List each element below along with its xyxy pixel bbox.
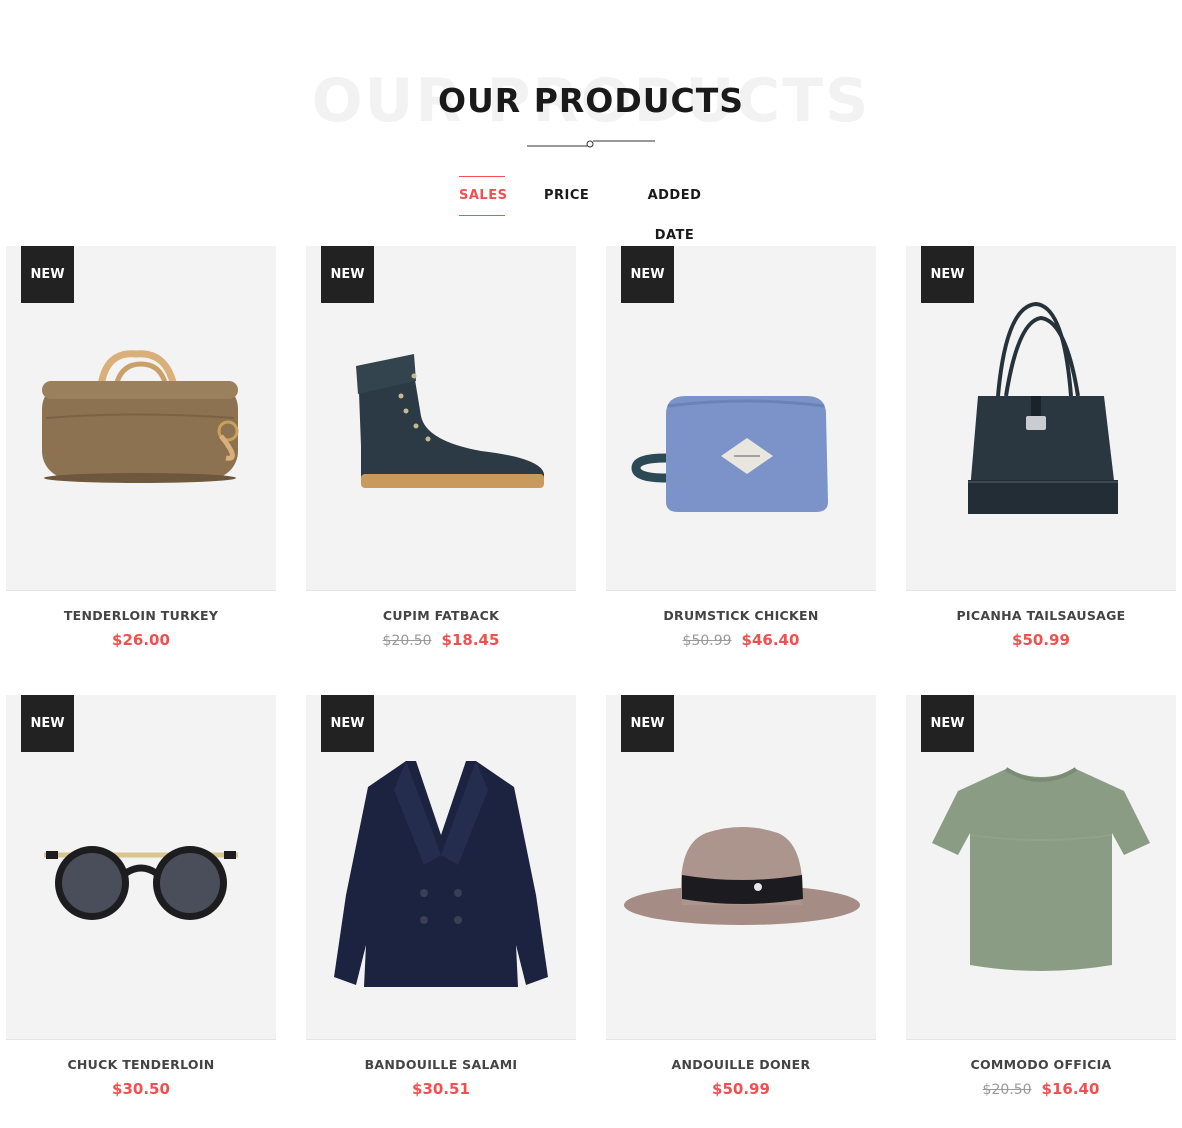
product-card[interactable]: NEW DRUMSTICK CHICKEN $50.99 $46.40 bbox=[606, 246, 876, 666]
current-price: $18.45 bbox=[441, 631, 500, 649]
product-filter-tabs: SALES PRICE ADDED DATE bbox=[0, 176, 1182, 243]
section-title: OUR PRODUCTS bbox=[437, 81, 745, 120]
title-divider bbox=[527, 140, 655, 148]
new-badge: NEW bbox=[321, 246, 374, 303]
current-price: $50.99 bbox=[712, 1080, 770, 1098]
product-card[interactable]: NEW ANDOUILLE DONER $50.99 bbox=[606, 695, 876, 1115]
new-badge: NEW bbox=[21, 246, 74, 303]
current-price: $26.00 bbox=[112, 631, 170, 649]
product-name[interactable]: CUPIM FATBACK bbox=[306, 608, 576, 624]
section-header: OUR PRODUCTS OUR PRODUCTS bbox=[0, 0, 1182, 160]
product-price: $30.51 bbox=[306, 1079, 576, 1099]
current-price: $30.51 bbox=[412, 1080, 470, 1098]
product-name[interactable]: ANDOUILLE DONER bbox=[606, 1057, 876, 1073]
tab-sales[interactable]: SALES bbox=[459, 176, 507, 216]
old-price: $20.50 bbox=[382, 633, 432, 649]
new-badge: NEW bbox=[621, 695, 674, 752]
tab-added-date[interactable]: ADDED DATE bbox=[627, 176, 722, 243]
current-price: $30.50 bbox=[112, 1080, 170, 1098]
product-card[interactable]: NEW BANDOUILLE SALAMI $30.51 bbox=[306, 695, 576, 1115]
product-card[interactable]: NEW CHUCK TENDERLOIN $30.50 bbox=[6, 695, 276, 1115]
product-card[interactable]: NEW CUPIM FATBACK $20.50 $18.45 bbox=[306, 246, 576, 666]
product-price: $50.99 $46.40 bbox=[606, 630, 876, 651]
product-name[interactable]: CHUCK TENDERLOIN bbox=[6, 1057, 276, 1073]
current-price: $16.40 bbox=[1041, 1080, 1100, 1098]
product-price: $30.50 bbox=[6, 1079, 276, 1099]
product-card[interactable]: NEW PICANHA TAILSAUSAGE $50.99 bbox=[906, 246, 1176, 666]
product-name[interactable]: BANDOUILLE SALAMI bbox=[306, 1057, 576, 1073]
product-card[interactable]: NEW COMMODO OFFICIA $20.50 $16.40 bbox=[906, 695, 1176, 1115]
current-price: $50.99 bbox=[1012, 631, 1070, 649]
product-name[interactable]: TENDERLOIN TURKEY bbox=[6, 608, 276, 624]
product-price: $50.99 bbox=[606, 1079, 876, 1099]
tab-price[interactable]: PRICE bbox=[544, 176, 589, 216]
product-card[interactable]: NEW TENDERLOIN TURKEY $26.00 bbox=[6, 246, 276, 666]
new-badge: NEW bbox=[921, 695, 974, 752]
product-price: $20.50 $16.40 bbox=[906, 1079, 1176, 1100]
old-price: $20.50 bbox=[982, 1082, 1032, 1098]
product-price: $26.00 bbox=[6, 630, 276, 650]
current-price: $46.40 bbox=[741, 631, 800, 649]
product-price: $20.50 $18.45 bbox=[306, 630, 576, 651]
product-name[interactable]: COMMODO OFFICIA bbox=[906, 1057, 1176, 1073]
new-badge: NEW bbox=[621, 246, 674, 303]
product-name[interactable]: DRUMSTICK CHICKEN bbox=[606, 608, 876, 624]
new-badge: NEW bbox=[921, 246, 974, 303]
new-badge: NEW bbox=[321, 695, 374, 752]
product-name[interactable]: PICANHA TAILSAUSAGE bbox=[906, 608, 1176, 624]
new-badge: NEW bbox=[21, 695, 74, 752]
old-price: $50.99 bbox=[682, 633, 732, 649]
product-price: $50.99 bbox=[906, 630, 1176, 650]
